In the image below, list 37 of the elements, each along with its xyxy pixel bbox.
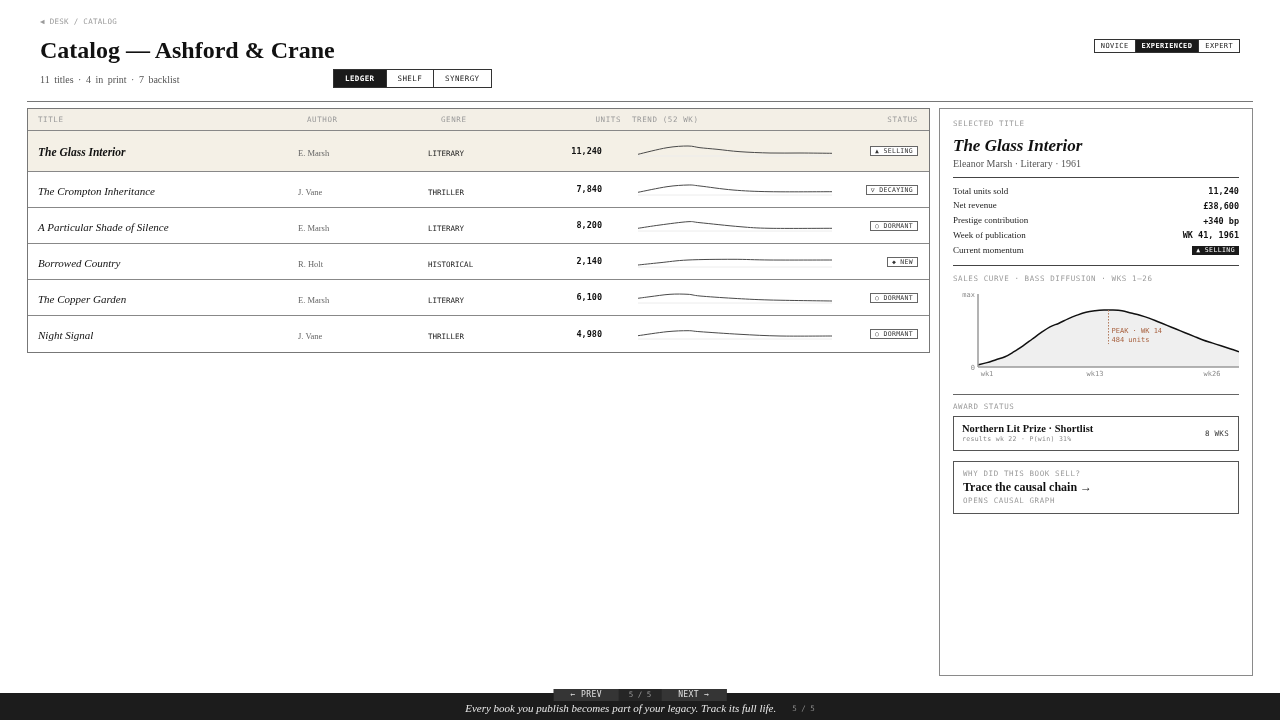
author-name: J. Vane [298,186,323,197]
award-title: Northern Lit Prize · Shortlist [962,422,1094,436]
stat-label: Net revenue [953,199,997,213]
stat-label: Prestige contribution [953,214,1029,228]
author-name: R. Holt [298,258,324,269]
stat-label: Total units sold [953,184,1009,198]
stat-value: WK 41, 1961 [1182,229,1239,243]
stat-label: Week of publication [953,229,1026,243]
catalog-summary: 11 titles · 4 in print · 7 backlist [40,74,180,85]
author-name: E. Marsh [298,222,330,233]
stat-value: 11,240 [1208,185,1239,198]
author-name: J. Vane [298,331,323,341]
book-title: Borrowed Country [38,256,121,269]
author-name: E. Marsh [298,294,330,305]
units-sold: 8,200 [576,219,602,232]
stat-value: +340 bp [1203,214,1239,228]
units-sold: 7,840 [576,183,602,196]
peak-marker-line [1108,309,1109,345]
book-title: A Particular Shade of Silence [38,220,169,233]
book-title: The Crompton Inheritance [38,184,155,197]
page-title: Catalog — Ashford & Crane [40,36,335,64]
stat-label: Current momentum [953,243,1024,257]
author-name: E. Marsh [298,148,330,158]
stat-value: £38,600 [1203,199,1239,213]
prev-button[interactable]: ← PREV [553,689,619,701]
units-sold: 4,980 [576,327,602,341]
units-sold: 6,100 [576,291,602,304]
causal-chain-link[interactable]: Trace the causal chain → [963,479,1093,495]
book-title: The Glass Interior [38,146,126,158]
detail-title: The Glass Interior [953,136,1083,156]
footer-caption: Every book you publish becomes part of your legacy. Track its full life. [465,702,777,715]
units-sold: 2,140 [576,255,602,268]
next-button[interactable]: NEXT → [661,689,727,701]
book-title: Night Signal [38,329,94,341]
units-sold: 11,240 [571,144,602,158]
book-title: The Copper Garden [38,292,127,305]
detail-byline: Eleanor Marsh · Literary · 1961 [953,157,1081,170]
